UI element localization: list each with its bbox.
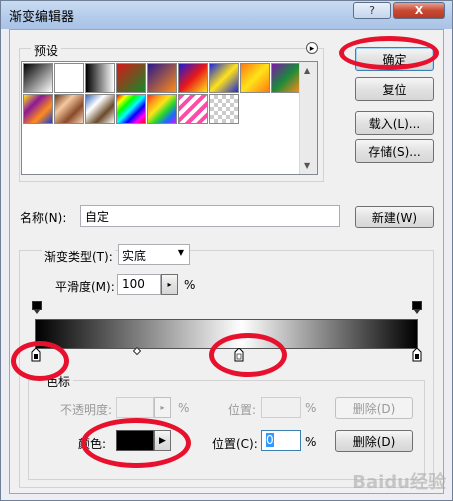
preset-swatch-red-green[interactable] xyxy=(116,63,146,93)
dialog-client: 预设 ▸ ▲ ▼ 确定 复位 载入(L)... 存储(S)... 名称(N): … xyxy=(9,29,444,494)
triangle-right-icon: ▸ xyxy=(167,280,172,289)
help-icon: ? xyxy=(369,4,375,17)
color-position-unit: % xyxy=(305,435,317,449)
opacity-field[interactable] xyxy=(116,397,154,418)
preset-swatch-fg-to-transparent[interactable] xyxy=(54,63,84,93)
opacity-delete-button[interactable]: 删除(D) xyxy=(335,397,413,419)
preset-swatch-black-white[interactable] xyxy=(85,63,115,93)
smoothness-label: 平滑度(M): xyxy=(55,280,115,294)
new-button[interactable]: 新建(W) xyxy=(355,206,434,228)
load-button[interactable]: 载入(L)... xyxy=(355,111,434,135)
midpoint-diamond[interactable] xyxy=(133,347,141,355)
opacity-unit: % xyxy=(178,401,190,415)
gradient-type-select[interactable]: 实底 ▼ xyxy=(118,244,190,265)
opacity-stop-left[interactable] xyxy=(32,301,42,315)
preset-swatch-blue-yellow-blue[interactable] xyxy=(209,63,239,93)
color-delete-button[interactable]: 删除(D) xyxy=(335,430,413,452)
presets-scrollbar[interactable]: ▲ ▼ xyxy=(299,62,317,174)
opacity-label: 不透明度: xyxy=(60,403,113,417)
preset-swatch-transparent-rainbow[interactable] xyxy=(147,94,177,124)
color-position-field[interactable]: 0 xyxy=(261,430,301,451)
presets-label: 预设 xyxy=(31,42,62,59)
presets-menu-icon[interactable]: ▸ xyxy=(306,42,318,54)
gradient-type-label: 渐变类型(T): xyxy=(42,248,115,265)
smoothness-field[interactable]: 100 xyxy=(117,274,161,295)
color-stop-right[interactable] xyxy=(412,348,422,362)
preset-swatch-copper[interactable] xyxy=(54,94,84,124)
annotation-circle-ok xyxy=(339,36,439,70)
triangle-right-icon: ▸ xyxy=(160,403,165,412)
annotation-circle-left-stop xyxy=(11,341,69,381)
smoothness-unit: % xyxy=(184,278,196,292)
gradient-editor-window: 渐变编辑器 ? X 预设 ▸ ▲ ▼ 确定 复位 载入(L)... 存储(S).… xyxy=(0,0,453,501)
close-icon: X xyxy=(414,4,424,17)
save-button[interactable]: 存储(S)... xyxy=(355,139,434,163)
opacity-position-field[interactable] xyxy=(261,397,301,418)
color-position-value: 0 xyxy=(266,433,274,447)
scroll-up-icon[interactable]: ▲ xyxy=(304,66,310,75)
preset-swatch-fg-to-bg[interactable] xyxy=(23,63,53,93)
window-title: 渐变编辑器 xyxy=(9,10,75,25)
reset-button[interactable]: 复位 xyxy=(355,77,434,101)
preset-swatch-transparent-stripes[interactable] xyxy=(178,94,208,124)
watermark: Baidu经验 xyxy=(352,472,446,493)
name-field[interactable]: 自定 xyxy=(80,205,340,227)
preset-swatch-chrome[interactable] xyxy=(85,94,115,124)
opacity-stop-right[interactable] xyxy=(412,301,422,315)
annotation-circle-color xyxy=(81,418,191,468)
preset-swatch-blue-red-yellow[interactable] xyxy=(178,63,208,93)
close-button[interactable]: X xyxy=(393,2,445,19)
opacity-position-label: 位置: xyxy=(228,403,257,417)
title-bar: 渐变编辑器 ? X xyxy=(1,1,452,29)
preset-swatch-yellow-violet-orange-blue[interactable] xyxy=(23,94,53,124)
presets-list[interactable]: ▲ ▼ xyxy=(21,61,318,175)
gradient-type-value: 实底 xyxy=(122,249,147,263)
preset-swatch-violet-green-orange[interactable] xyxy=(271,63,301,93)
preset-swatch-spectrum[interactable] xyxy=(116,94,146,124)
scroll-down-icon[interactable]: ▼ xyxy=(304,161,310,170)
color-position-label: 位置(C): xyxy=(212,437,258,451)
preset-swatch-orange-yellow-orange[interactable] xyxy=(240,63,270,93)
smoothness-slider-button[interactable]: ▸ xyxy=(161,274,178,295)
chevron-down-icon: ▼ xyxy=(177,248,184,257)
annotation-circle-middle-stop xyxy=(209,333,287,377)
preset-swatch-violet-orange[interactable] xyxy=(147,63,177,93)
opacity-position-unit: % xyxy=(305,401,317,415)
opacity-slider-button[interactable]: ▸ xyxy=(154,397,171,418)
preset-swatch-transparent-checker[interactable] xyxy=(209,94,239,124)
name-label: 名称(N): xyxy=(20,211,67,225)
help-button[interactable]: ? xyxy=(353,2,391,19)
